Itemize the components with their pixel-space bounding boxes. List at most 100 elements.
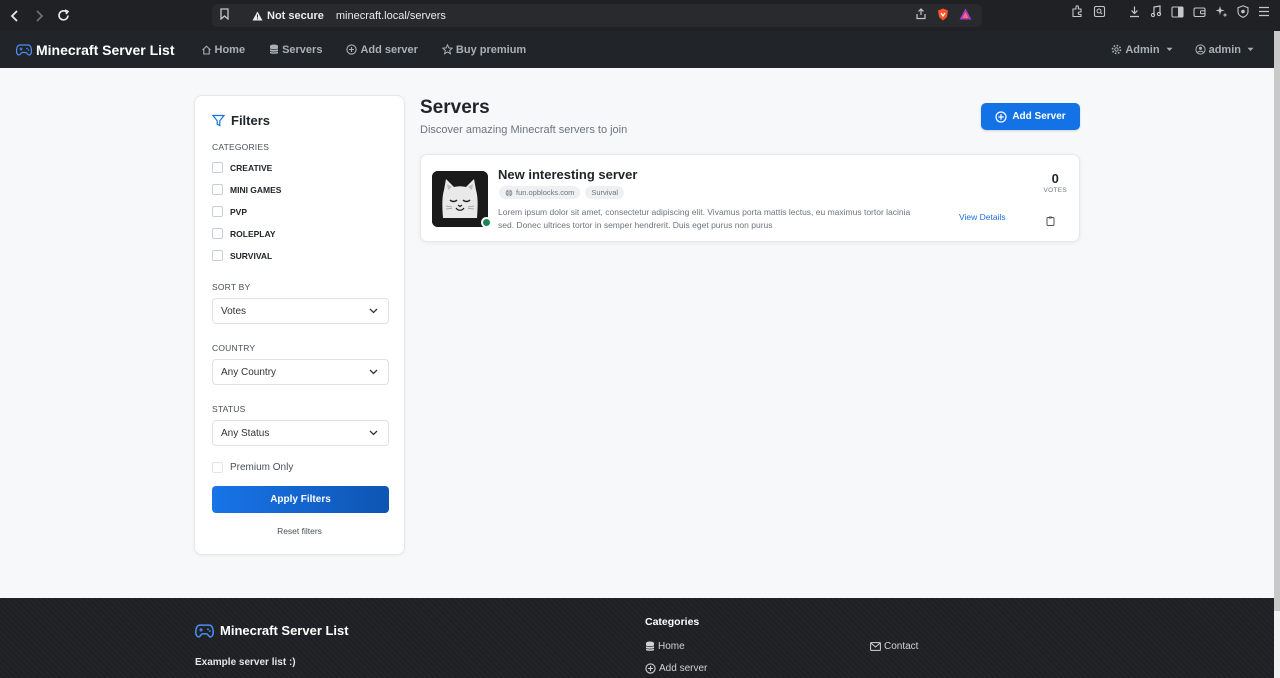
plus-circle-icon [995, 110, 1007, 123]
star-icon [441, 44, 453, 55]
votes-label: VOTES [1043, 187, 1067, 194]
brand-text: Minecraft Server List [36, 41, 175, 58]
status-select[interactable]: Any Status [212, 420, 389, 446]
server-avatar[interactable] [432, 171, 492, 228]
apply-filters-button[interactable]: Apply Filters [212, 486, 389, 513]
tab-search-icon[interactable] [1093, 5, 1106, 21]
country-select[interactable]: Any Country [212, 359, 389, 385]
add-server-button[interactable]: Add Server [981, 103, 1080, 130]
copy-icon[interactable] [1046, 213, 1055, 231]
chevron-down-icon [369, 430, 378, 436]
footer-link-add-server[interactable]: Add server [645, 663, 707, 674]
globe-icon [505, 188, 513, 197]
wallet-icon[interactable] [1193, 6, 1206, 21]
menu-icon[interactable] [1258, 6, 1270, 20]
category-creative[interactable]: CREATIVE [212, 161, 387, 174]
footer-brand: Minecraft Server List [195, 623, 349, 638]
checkbox[interactable] [212, 184, 223, 195]
back-icon[interactable] [4, 5, 26, 27]
server-tags: fun.opblocks.com Survival [499, 186, 625, 199]
category-mini-games[interactable]: MINI GAMES [212, 183, 387, 196]
gamepad-icon [16, 43, 32, 56]
footer-link-home[interactable]: Home [645, 641, 685, 652]
categories-label: CATEGORIES [212, 142, 270, 152]
view-details-link[interactable]: View Details [959, 212, 1006, 222]
category-roleplay[interactable]: ROLEPLAY [212, 227, 387, 240]
category-pvp[interactable]: PVP [212, 205, 387, 218]
checkbox[interactable] [212, 206, 223, 217]
sidebar-icon[interactable] [1171, 5, 1184, 21]
funnel-icon [212, 114, 225, 127]
nav-home[interactable]: Home [189, 44, 258, 56]
checkbox[interactable] [212, 228, 223, 239]
premium-only-toggle[interactable]: Premium Only [212, 462, 387, 473]
brave-shield-icon[interactable] [937, 8, 949, 24]
warning-icon [252, 11, 263, 20]
footer-link-contact[interactable]: Contact [870, 641, 918, 652]
online-status-dot [481, 217, 492, 228]
page-scrollbar[interactable] [1274, 31, 1280, 678]
vote-counter: 0 VOTES [1043, 171, 1067, 194]
navbar-brand[interactable]: Minecraft Server List [16, 42, 175, 58]
database-icon [645, 641, 655, 651]
footer-categories-title: Categories [645, 616, 700, 628]
checkbox[interactable] [212, 250, 223, 261]
site-footer: Minecraft Server List Example server lis… [0, 598, 1274, 678]
plus-circle-icon [346, 44, 358, 55]
nav-servers[interactable]: Servers [257, 44, 334, 56]
user-dropdown[interactable]: admin [1194, 44, 1254, 56]
checkbox[interactable] [212, 162, 223, 173]
chevron-down-icon [369, 308, 378, 314]
server-address-tag[interactable]: fun.opblocks.com [499, 186, 581, 199]
nav-add-server[interactable]: Add server [334, 44, 429, 56]
gear-icon [1112, 44, 1122, 55]
user-circle-icon [1194, 44, 1206, 55]
server-description: Lorem ipsum dolor sit amet, consectetur … [498, 207, 911, 230]
brave-rewards-icon[interactable] [959, 8, 972, 23]
extensions-icon[interactable] [1071, 5, 1084, 21]
nav-right: Admin admin [1111, 44, 1254, 56]
database-icon [269, 44, 279, 54]
server-card[interactable]: New interesting server fun.opblocks.com … [420, 154, 1080, 242]
premium-checkbox[interactable] [212, 462, 223, 473]
country-label: COUNTRY [212, 343, 256, 353]
extensions-toolbar [1071, 5, 1270, 21]
filters-heading: Filters [212, 113, 387, 128]
caret-down-icon [1166, 47, 1173, 51]
envelope-icon [870, 642, 881, 651]
nav-links: Home Servers Add server Buy premium [189, 44, 539, 56]
server-name[interactable]: New interesting server [498, 167, 637, 182]
browser-chrome: Not secure minecraft.local/servers [0, 0, 1280, 31]
security-text: Not secure [267, 9, 324, 22]
forward-icon[interactable] [28, 5, 50, 27]
media-icon[interactable] [1150, 5, 1162, 21]
app-navbar: Minecraft Server List Home Servers Add s… [0, 31, 1274, 68]
download-icon[interactable] [1128, 5, 1141, 21]
caret-down-icon [1247, 47, 1254, 51]
page-subtitle: Discover amazing Minecraft servers to jo… [420, 124, 628, 136]
admin-dropdown[interactable]: Admin [1111, 44, 1173, 56]
leo-ai-icon[interactable] [1215, 5, 1228, 21]
filters-panel: Filters CATEGORIES CREATIVE MINI GAMES P… [194, 95, 405, 555]
share-icon[interactable] [915, 8, 927, 23]
vote-count: 0 [1051, 171, 1059, 186]
sort-label: SORT BY [212, 282, 251, 292]
server-category-tag: Survival [585, 186, 625, 199]
category-survival[interactable]: SURVIVAL [212, 249, 387, 262]
sort-select[interactable]: Votes [212, 298, 389, 324]
url-text: minecraft.local/servers [335, 9, 446, 22]
address-bar[interactable]: Not secure minecraft.local/servers [212, 4, 982, 27]
vpn-icon[interactable] [1237, 5, 1249, 21]
bookmark-icon[interactable] [220, 8, 240, 23]
scrollbar-thumb[interactable] [1274, 31, 1280, 611]
footer-description: Example server list :) [195, 657, 296, 668]
reset-filters-link[interactable]: Reset filters [212, 526, 387, 536]
status-label: STATUS [212, 404, 246, 414]
gamepad-icon [195, 623, 214, 638]
security-indicator[interactable]: Not secure [252, 10, 324, 22]
chevron-down-icon [369, 369, 378, 375]
nav-buy-premium[interactable]: Buy premium [430, 44, 538, 56]
page-title: Servers [420, 97, 490, 118]
house-icon [201, 44, 211, 55]
reload-icon[interactable] [52, 5, 74, 27]
